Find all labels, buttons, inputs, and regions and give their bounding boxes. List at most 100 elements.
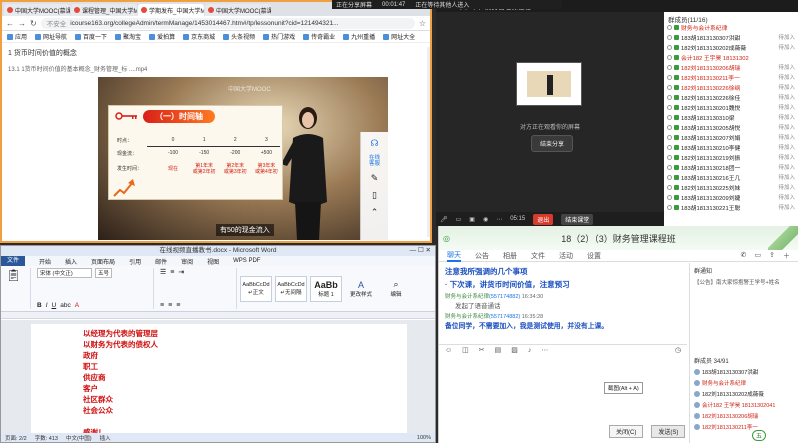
phone-icon[interactable]: ▯ — [372, 190, 377, 201]
bookmark[interactable]: 网址大全 — [383, 32, 415, 41]
headset-icon[interactable]: ☊ — [371, 138, 379, 149]
member-row[interactable]: 183胡1813130310梁 待加入 — [664, 112, 798, 122]
image-icon[interactable]: ▨ — [511, 346, 518, 354]
font-size-select[interactable]: 五号 — [95, 268, 113, 278]
bookmark[interactable]: 传奇霸业 — [303, 32, 335, 41]
member-row[interactable]: 182刘1813130226徐佳 待加入 — [664, 92, 798, 102]
record-icon[interactable]: ◉ — [483, 216, 488, 223]
member-row[interactable]: 182刘1813130211李一 待加入 — [664, 72, 798, 82]
pen-icon[interactable]: ✎ — [371, 173, 379, 184]
member-row[interactable]: 183胡1813130307洪甜 待加入 — [664, 32, 798, 42]
emoji-icon[interactable]: ☺ — [445, 347, 452, 354]
window-controls-icon[interactable]: — ☐ ✕ — [410, 246, 431, 256]
member-row[interactable]: 182刘1813130225刘妹 待加入 — [664, 182, 798, 192]
bookmark[interactable]: 京东商城 — [183, 32, 215, 41]
member-row[interactable]: 183胡1813130209刘婕 待加入 — [664, 192, 798, 202]
member-row[interactable]: 183胡1813130218团一 待加入 — [664, 162, 798, 172]
bullets-icon[interactable]: ☰ — [160, 268, 166, 276]
forward-icon[interactable]: → — [18, 19, 26, 28]
camera-icon[interactable]: ▭ — [456, 216, 462, 223]
tab-chat[interactable]: 聊天 — [447, 250, 461, 262]
share-screen-icon[interactable]: ▣ — [469, 216, 475, 223]
member-row[interactable]: 183胡1813130207刘娟 待加入 — [664, 132, 798, 142]
member-row[interactable]: 183胡1813130205胡悦 待加入 — [664, 122, 798, 132]
tab-home[interactable]: 开始 — [39, 257, 51, 266]
tab-mailings[interactable]: 邮件 — [155, 257, 167, 266]
mic-icon[interactable]: ♪ — [528, 347, 532, 354]
tab-references[interactable]: 引用 — [129, 257, 141, 266]
bookmark[interactable]: 聚淘宝 — [115, 32, 141, 41]
mic-icon[interactable]: 🎤︎ — [440, 216, 448, 223]
gif-icon[interactable]: ◫ — [462, 346, 469, 354]
star-icon[interactable]: ☆ — [419, 19, 426, 28]
video-call-icon[interactable]: ▭ — [755, 251, 762, 261]
reload-icon[interactable]: ↻ — [30, 19, 37, 28]
change-styles-button[interactable]: A 更改样式 — [345, 276, 377, 302]
notice-body[interactable]: 【公告】南大家惊抱警王学号+姓名 — [690, 278, 798, 286]
tab-notice[interactable]: 公告 — [475, 251, 489, 261]
url-bar[interactable]: 不安全 icourse163.org/collegeAdmin/termMana… — [40, 17, 415, 29]
bookmark[interactable]: 网址导航 — [35, 32, 67, 41]
italic-icon[interactable]: I — [46, 302, 48, 309]
more-tools-icon[interactable]: ⋯ — [541, 346, 548, 354]
member-row[interactable]: 182刘1813130226徐纲 待加入 — [664, 82, 798, 92]
font-name-select[interactable]: 宋体 (中文正) — [37, 268, 92, 278]
member-row[interactable]: 183胡1813130221王聪 待加入 — [664, 202, 798, 212]
chat-input-box[interactable] — [439, 355, 687, 431]
tab-settings[interactable]: 设置 — [587, 251, 601, 261]
style-heading1[interactable]: AaBb 标题 1 — [310, 275, 342, 302]
ime-badge[interactable]: 五 — [752, 430, 767, 441]
editing-button[interactable]: ⌕ 编辑 — [380, 276, 412, 302]
close-button[interactable]: 关闭(C) — [609, 425, 644, 438]
online-service-label[interactable]: 在线 客服 — [369, 155, 380, 167]
member-row[interactable]: 183胡1813130216王几 待加入 — [664, 172, 798, 182]
tab-view[interactable]: 视图 — [207, 257, 219, 266]
group-member-row[interactable]: 183胡1813130307洪甜 — [690, 367, 798, 377]
bookmark[interactable]: 九州重播 — [343, 32, 375, 41]
member-row[interactable]: 183胡1813130210李健 待加入 — [664, 142, 798, 152]
tab-activity[interactable]: 活动 — [559, 251, 573, 261]
group-member-row[interactable]: 182刘1813130206胡瑞 — [690, 411, 798, 421]
browser-tab[interactable]: 中国大学MOOC(慕课) — [205, 4, 271, 16]
bookmark[interactable]: 头条视频 — [223, 32, 255, 41]
tab-review[interactable]: 审阅 — [181, 257, 193, 266]
align-center-icon[interactable]: ≡ — [168, 302, 172, 309]
scissors-icon[interactable]: ✂ — [479, 346, 485, 354]
add-member-icon[interactable]: ＋ — [783, 251, 790, 261]
tab-files[interactable]: 文件 — [531, 251, 545, 261]
group-member-row[interactable]: 182刘1813130211李一 — [690, 422, 798, 432]
browser-tab[interactable]: 中国大学MOOC(慕课)_优质在线 — [4, 4, 70, 16]
scrollbar[interactable] — [427, 47, 430, 237]
group-member-row[interactable]: 财务与会计系纪律 — [690, 378, 798, 388]
member-row[interactable]: 182刘1813130219刘振 待加入 — [664, 152, 798, 162]
paste-icon[interactable]: 📋︎ — [6, 268, 27, 282]
tab-layout[interactable]: 页面布局 — [91, 257, 115, 266]
font-color-icon[interactable]: A — [75, 302, 79, 309]
align-left-icon[interactable]: ≡ — [160, 302, 164, 309]
up-arrow-icon[interactable]: ⌃ — [371, 207, 379, 218]
member-row[interactable]: 182刘1813130201魏悦 待加入 — [664, 102, 798, 112]
align-right-icon[interactable]: ≡ — [176, 302, 180, 309]
browser-tab-active[interactable]: 学期发布_中国大学MOOC(慕课) — [138, 4, 204, 16]
group-member-row[interactable]: 会计182 王学昊 18131302041 — [690, 400, 798, 410]
member-row[interactable]: 会计182 王宇昊 18131302 — [664, 52, 798, 62]
back-icon[interactable]: ← — [6, 19, 14, 28]
folder-icon[interactable]: ▤ — [495, 346, 502, 354]
bookmark[interactable]: 爱拍算 — [149, 32, 175, 41]
tab-insert[interactable]: 插入 — [65, 257, 77, 266]
status-zoom[interactable]: 100% — [417, 435, 431, 441]
numbering-icon[interactable]: ≡ — [170, 269, 174, 276]
quit-button[interactable]: 退出 — [533, 213, 554, 225]
end-share-button[interactable]: 结束分享 — [531, 135, 574, 152]
tab-wps-pdf[interactable]: WPS PDF — [233, 258, 260, 264]
member-row[interactable]: 182刘1813130206胡瑞 待加入 — [664, 62, 798, 72]
bold-icon[interactable]: B — [37, 302, 42, 309]
style-no-spacing[interactable]: AaBbCcDd ↵无间隔 — [275, 275, 307, 302]
send-button[interactable]: 发送(S) — [651, 425, 686, 438]
bookmark[interactable]: 百度一下 — [75, 32, 107, 41]
member-row[interactable]: 182刘1813130202成薇薇 待加入 — [664, 42, 798, 52]
phone-call-icon[interactable]: ✆ — [741, 251, 747, 261]
document-page[interactable]: 以经理为代表的管理层以财务为代表的债权人政府职工供应商客户社区群众社会公众感谢！ — [31, 324, 407, 437]
style-normal[interactable]: AaBbCcDd ↵正文 — [240, 275, 272, 302]
end-class-button[interactable]: 结束课堂 — [561, 213, 594, 225]
